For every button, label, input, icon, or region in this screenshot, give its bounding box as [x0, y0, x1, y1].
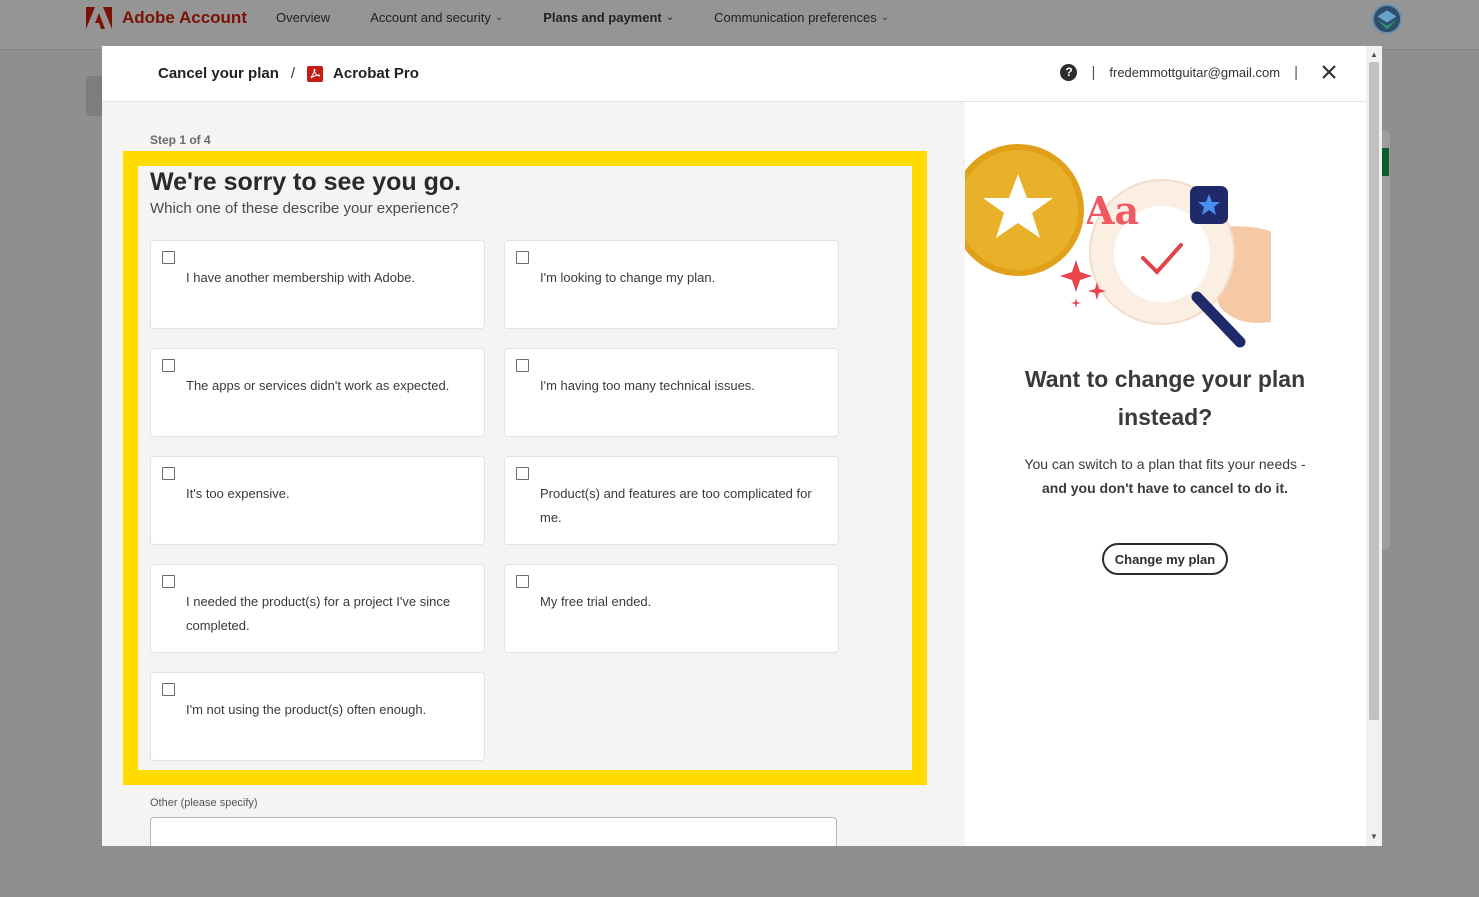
change-my-plan-button[interactable]: Change my plan [1102, 543, 1228, 575]
option-label: I'm having too many technical issues. [540, 378, 755, 393]
nav-account-security[interactable]: Account and security ⌄ [370, 10, 503, 25]
checkbox[interactable] [162, 251, 175, 264]
option-label: Product(s) and features are too complica… [540, 486, 812, 525]
option-not-using-enough[interactable]: I'm not using the product(s) often enoug… [150, 672, 485, 761]
header-actions: ? | fredemmottguitar@gmail.com | [1060, 63, 1338, 81]
background-sidebar-item [86, 76, 102, 116]
main-nav: Overview Account and security ⌄ Plans an… [276, 10, 889, 25]
adobe-logo-icon [86, 7, 112, 29]
change-plan-illustration: Aa [965, 140, 1271, 348]
breadcrumb-cancel-plan: Cancel your plan [158, 65, 279, 82]
cancel-plan-modal: Cancel your plan / Acrobat Pro ? | frede… [102, 46, 1382, 846]
other-field[interactable] [150, 817, 837, 846]
checkbox[interactable] [162, 467, 175, 480]
chevron-down-icon: ⌄ [665, 12, 675, 23]
top-navigation-bar: Adobe Account Overview Account and secur… [0, 0, 1479, 50]
option-label: I needed the product(s) for a project I'… [186, 594, 451, 633]
help-icon[interactable]: ? [1060, 63, 1078, 81]
option-label: The apps or services didn't work as expe… [186, 378, 450, 393]
checkbox[interactable] [162, 683, 175, 696]
close-button[interactable] [1320, 63, 1338, 81]
nav-label: Account and security [370, 10, 491, 25]
checkbox[interactable] [516, 359, 529, 372]
avatar-image [1374, 6, 1400, 32]
promo-pane: Aa Want to change your plan instead? You… [965, 102, 1366, 846]
close-icon [1322, 65, 1336, 79]
background-card [1382, 130, 1390, 550]
option-free-trial-ended[interactable]: My free trial ended. [504, 564, 839, 653]
nav-plans-payment[interactable]: Plans and payment ⌄ [543, 10, 674, 25]
step-indicator: Step 1 of 4 [150, 133, 211, 147]
nav-communication-preferences[interactable]: Communication preferences ⌄ [714, 10, 889, 25]
scroll-up-arrow-icon[interactable]: ▲ [1370, 50, 1378, 59]
checkbox[interactable] [516, 251, 529, 264]
acrobat-icon [307, 65, 324, 82]
option-change-plan[interactable]: I'm looking to change my plan. [504, 240, 839, 329]
breadcrumb-product: Acrobat Pro [333, 65, 419, 82]
option-label: I'm looking to change my plan. [540, 270, 716, 285]
chevron-down-icon: ⌄ [880, 12, 890, 23]
nav-label: Plans and payment [543, 10, 662, 25]
option-technical-issues[interactable]: I'm having too many technical issues. [504, 348, 839, 437]
scroll-thumb[interactable] [1369, 62, 1379, 720]
checkbox[interactable] [516, 467, 529, 480]
option-too-expensive[interactable]: It's too expensive. [150, 456, 485, 545]
nav-label: Communication preferences [714, 10, 877, 25]
avatar[interactable] [1372, 4, 1402, 34]
breadcrumb-separator: / [290, 65, 296, 82]
checkbox[interactable] [162, 359, 175, 372]
promo-desc-line2: and you don't have to cancel to do it. [1041, 480, 1288, 496]
divider: | [1091, 63, 1096, 81]
brand-name: Adobe Account [122, 8, 247, 27]
scroll-down-arrow-icon[interactable]: ▼ [1370, 832, 1378, 841]
other-field-label: Other (please specify) [150, 797, 258, 809]
page-title: We're sorry to see you go. [150, 168, 462, 196]
option-label: I'm not using the product(s) often enoug… [186, 702, 427, 717]
scrollbar[interactable]: ▲ ▼ [1366, 46, 1382, 846]
illustration-text: Aa [1084, 188, 1139, 233]
option-project-completed[interactable]: I needed the product(s) for a project I'… [150, 564, 485, 653]
account-email: fredemmottguitar@gmail.com [1109, 64, 1281, 80]
divider: | [1294, 63, 1298, 81]
modal-header: Cancel your plan / Acrobat Pro ? | frede… [102, 46, 1366, 102]
page-subtitle: Which one of these describe your experie… [150, 200, 459, 217]
checkbox[interactable] [516, 575, 529, 588]
option-another-membership[interactable]: I have another membership with Adobe. [150, 240, 485, 329]
background-accent [1382, 148, 1389, 176]
nav-label: Overview [276, 10, 331, 25]
survey-pane: Step 1 of 4 We're sorry to see you go. W… [102, 102, 965, 846]
promo-desc-line1: You can switch to a plan that fits your … [1024, 456, 1306, 472]
breadcrumb: Cancel your plan / Acrobat Pro [158, 65, 419, 82]
nav-overview[interactable]: Overview [276, 10, 330, 25]
option-not-as-expected[interactable]: The apps or services didn't work as expe… [150, 348, 485, 437]
option-label: It's too expensive. [186, 486, 290, 501]
checkbox[interactable] [162, 575, 175, 588]
promo-description: You can switch to a plan that fits your … [995, 452, 1335, 500]
adobe-brand[interactable]: Adobe Account [86, 7, 247, 29]
promo-title: Want to change your plan instead? [1024, 366, 1306, 430]
option-too-complicated[interactable]: Product(s) and features are too complica… [504, 456, 839, 545]
chevron-down-icon: ⌄ [494, 12, 504, 23]
option-label: My free trial ended. [540, 594, 652, 609]
option-label: I have another membership with Adobe. [186, 270, 416, 285]
